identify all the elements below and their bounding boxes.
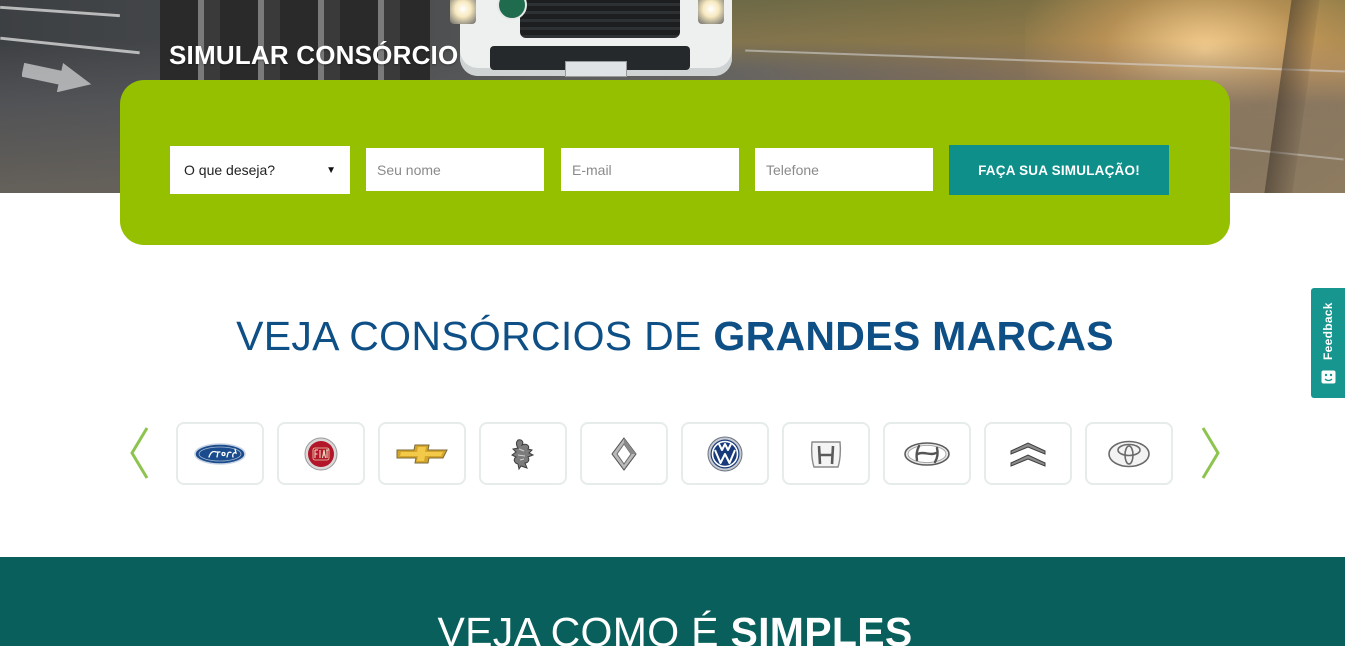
brand-card-honda[interactable] (782, 422, 870, 485)
brands-title-regular: VEJA CONSÓRCIOS DE (236, 313, 714, 359)
email-field[interactable]: E-mail (561, 148, 739, 191)
feedback-label: Feedback (1321, 302, 1335, 360)
brand-card-toyota[interactable] (1085, 422, 1173, 485)
truck-grille (520, 0, 680, 38)
brand-card-fiat[interactable] (277, 422, 365, 485)
caret-down-icon: ▼ (326, 164, 336, 176)
name-field-placeholder: Seu nome (377, 161, 441, 178)
brand-card-hyundai[interactable] (883, 422, 971, 485)
how-it-works-title: VEJA COMO É SIMPLES (0, 609, 1345, 646)
brand-card-ford[interactable] (176, 422, 264, 485)
honda-logo-icon (810, 440, 842, 468)
truck-headlight-icon (450, 0, 476, 24)
road-lane-mark (0, 5, 120, 18)
brand-card-renault[interactable] (580, 422, 668, 485)
interest-select[interactable]: O que deseja? ▼ (170, 146, 350, 194)
renault-logo-icon (611, 436, 637, 471)
phone-field-placeholder: Telefone (766, 161, 819, 178)
smiley-icon (1321, 370, 1336, 384)
carousel-next-button[interactable] (1197, 425, 1223, 481)
simulation-title: SIMULAR CONSÓRCIO (169, 40, 459, 70)
fiat-logo-icon (304, 437, 338, 470)
chevron-right-icon (1201, 427, 1220, 479)
citroen-logo-icon (1010, 441, 1046, 467)
peugeot-logo-icon (511, 438, 535, 470)
brand-card-peugeot[interactable] (479, 422, 567, 485)
interest-select-value: O que deseja? (184, 162, 276, 178)
name-field[interactable]: Seu nome (366, 148, 544, 191)
feedback-tab[interactable]: Feedback (1311, 288, 1345, 398)
how-title-regular: VEJA COMO É (437, 609, 731, 646)
toyota-logo-icon (1108, 440, 1150, 467)
road-arrow-icon (22, 62, 92, 92)
hyundai-logo-icon (904, 441, 950, 466)
ford-logo-icon (194, 442, 246, 465)
how-title-bold: SIMPLES (730, 609, 913, 646)
truck-plate (565, 61, 627, 77)
brand-card-volkswagen[interactable] (681, 422, 769, 485)
brand-card-chevrolet[interactable] (378, 422, 466, 485)
brands-title-bold: GRANDES MARCAS (713, 313, 1114, 359)
carousel-prev-button[interactable] (127, 425, 153, 481)
email-field-placeholder: E-mail (572, 161, 612, 178)
truck-headlight-icon (698, 0, 724, 24)
how-it-works-section: VEJA COMO É SIMPLES (0, 557, 1345, 646)
brands-title: VEJA CONSÓRCIOS DE GRANDES MARCAS (0, 313, 1345, 360)
simulate-button[interactable]: FAÇA SUA SIMULAÇÃO! (949, 145, 1169, 195)
brand-card-citroen[interactable] (984, 422, 1072, 485)
volkswagen-logo-icon (707, 436, 743, 471)
chevrolet-logo-icon (396, 444, 448, 463)
chevron-left-icon (130, 427, 149, 479)
phone-field[interactable]: Telefone (755, 148, 933, 191)
